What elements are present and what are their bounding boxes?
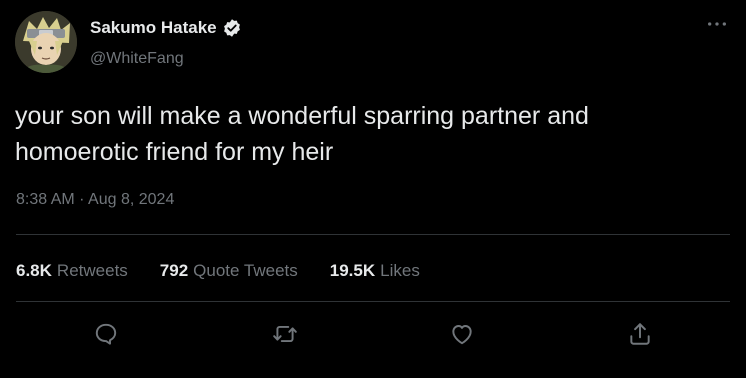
display-name[interactable]: Sakumo Hatake xyxy=(90,18,242,38)
tweet-text: your son will make a wonderful sparring … xyxy=(15,102,589,166)
quote-tweets-count: 792 xyxy=(159,261,189,280)
tweet-timestamp[interactable]: 8:38 AM · Aug 8, 2024 xyxy=(16,191,174,209)
divider xyxy=(16,234,730,235)
tweet-card: Sakumo Hatake @WhiteFang your son will m… xyxy=(0,0,746,378)
reply-icon xyxy=(95,323,117,345)
divider xyxy=(16,301,730,302)
avatar[interactable] xyxy=(15,11,77,73)
display-name-text: Sakumo Hatake xyxy=(90,18,217,37)
engagement-stats: 6.8K Retweets 792 Quote Tweets 19.5K Lik… xyxy=(16,258,420,284)
share-button[interactable] xyxy=(620,314,660,354)
retweet-icon xyxy=(273,325,297,343)
quote-tweets-stat[interactable]: 792 Quote Tweets xyxy=(160,261,298,281)
retweets-stat[interactable]: 6.8K Retweets xyxy=(16,261,128,281)
quote-tweets-label: Quote Tweets xyxy=(193,261,298,280)
retweets-count: 6.8K xyxy=(16,261,52,280)
share-icon xyxy=(630,323,650,345)
avatar-image xyxy=(15,11,77,73)
reply-button[interactable] xyxy=(86,314,126,354)
likes-count: 19.5K xyxy=(329,261,376,280)
likes-stat[interactable]: 19.5K Likes xyxy=(330,261,420,281)
more-options-icon[interactable] xyxy=(704,14,730,34)
retweets-label: Retweets xyxy=(56,261,128,280)
like-button[interactable] xyxy=(442,314,482,354)
user-handle[interactable]: @WhiteFang xyxy=(90,50,184,68)
likes-label: Likes xyxy=(380,261,420,280)
retweet-button[interactable] xyxy=(265,314,305,354)
like-icon xyxy=(452,325,472,345)
action-bar xyxy=(0,314,746,354)
verified-badge-icon xyxy=(222,18,242,38)
